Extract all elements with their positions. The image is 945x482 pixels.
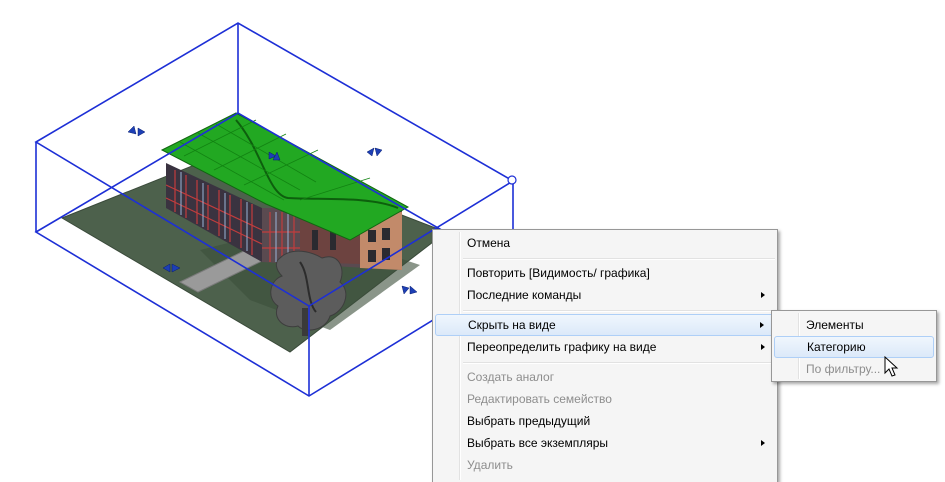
menu-item-repeat[interactable]: Повторить [Видимость/ графика] [435, 262, 775, 284]
menu-item-hide-in-view[interactable]: Скрыть на виде [435, 314, 775, 336]
menu-item-select-previous[interactable]: Выбрать предыдущий [435, 410, 775, 432]
menu-item-create-similar[interactable]: Создать аналог [435, 366, 775, 388]
menu-item-label: Скрыть на виде [468, 318, 556, 332]
menu-item-delete[interactable]: Удалить [435, 454, 775, 476]
menu-item-select-all-instances[interactable]: Выбрать все экземпляры [435, 432, 775, 454]
submenu-item-elements[interactable]: Элементы [774, 314, 934, 336]
menu-item-edit-family[interactable]: Редактировать семейство [435, 388, 775, 410]
rotate-grip-icon[interactable] [507, 175, 517, 185]
menu-item-label: Выбрать все экземпляры [467, 436, 609, 450]
menu-item-cancel[interactable]: Отмена [435, 232, 775, 254]
menu-item-recent-commands[interactable]: Последние команды [435, 284, 775, 306]
submenu-arrow-icon [760, 322, 764, 328]
submenu-arrow-icon [761, 344, 765, 350]
submenu-arrow-icon [761, 292, 765, 298]
menu-separator [463, 258, 775, 260]
context-menu: Отмена Повторить [Видимость/ графика] По… [432, 229, 778, 482]
hide-in-view-submenu: Элементы Категорию По фильтру... [771, 310, 937, 382]
menu-separator [463, 310, 775, 312]
mouse-cursor-icon [884, 356, 899, 377]
menu-separator [463, 362, 775, 364]
menu-item-label: Последние команды [467, 288, 582, 302]
menu-item-override-graphics[interactable]: Переопределить графику на виде [435, 336, 775, 358]
submenu-arrow-icon [761, 440, 765, 446]
submenu-item-category[interactable]: Категорию [774, 336, 934, 358]
submenu-item-by-filter[interactable]: По фильтру... [774, 358, 934, 380]
menu-item-label: Переопределить графику на виде [467, 340, 657, 354]
